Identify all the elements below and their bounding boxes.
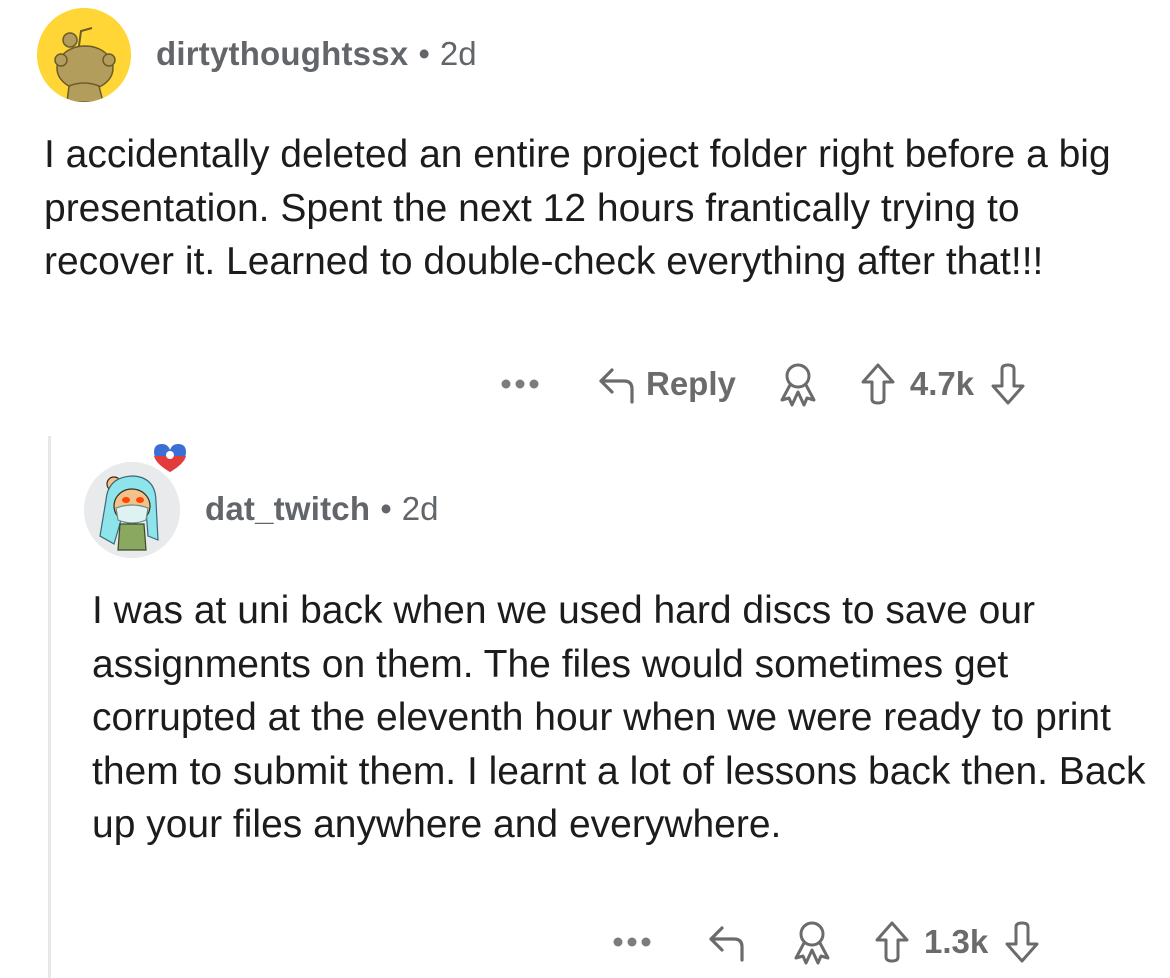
- user-avatar[interactable]: [84, 444, 186, 558]
- comment-dirtythoughtssx: dirtythoughtssx • 2d I accidentally delete…: [0, 0, 1170, 430]
- downvote-arrow-icon: [991, 363, 1025, 405]
- upvote-arrow-icon: [861, 363, 895, 405]
- downvote-button[interactable]: [990, 361, 1026, 407]
- upvote-button[interactable]: [874, 919, 910, 965]
- snoo-avatar-icon: [37, 8, 131, 102]
- username[interactable]: dirtythoughtssx: [156, 35, 408, 72]
- comment-age: 2d: [439, 35, 477, 72]
- user-avatar[interactable]: [37, 8, 131, 102]
- vote-count: 4.7k: [909, 365, 975, 402]
- award-button[interactable]: [776, 360, 820, 408]
- ellipsis-icon: [613, 937, 651, 947]
- downvote-button[interactable]: [1004, 919, 1040, 965]
- award-button[interactable]: [790, 918, 834, 966]
- upvote-button[interactable]: [860, 361, 896, 407]
- comment-body: I accidentally deleted an entire project…: [44, 133, 1111, 283]
- snoo-avatar-icon: [84, 444, 186, 558]
- vote-count: 1.3k: [924, 923, 989, 960]
- comment-body: I was at uni back when we used hard disc…: [92, 589, 1146, 846]
- comment-actions: 1.3k: [612, 918, 1040, 966]
- comment-actions: Reply 4.7k: [500, 360, 1026, 408]
- reply-arrow-icon: [599, 368, 634, 404]
- ellipsis-icon: [501, 379, 539, 389]
- comment-meta: dat_twitch • 2d: [205, 490, 438, 528]
- meta-separator: •: [380, 490, 392, 527]
- upvote-arrow-icon: [875, 921, 909, 963]
- reply-button[interactable]: [706, 920, 750, 964]
- more-options-button[interactable]: [500, 378, 540, 390]
- meta-separator: •: [418, 35, 430, 72]
- downvote-arrow-icon: [1005, 921, 1039, 963]
- more-options-button[interactable]: [612, 936, 652, 948]
- award-icon: [780, 363, 816, 407]
- reply-arrow-icon: [709, 926, 744, 962]
- comment-age: 2d: [401, 490, 439, 527]
- award-icon: [794, 921, 830, 965]
- username[interactable]: dat_twitch: [205, 490, 370, 527]
- reply-button[interactable]: Reply: [596, 362, 736, 406]
- comment-meta: dirtythoughtssx • 2d: [156, 35, 477, 73]
- thread-collapse-line[interactable]: [48, 436, 51, 978]
- reply-label: Reply: [646, 365, 736, 402]
